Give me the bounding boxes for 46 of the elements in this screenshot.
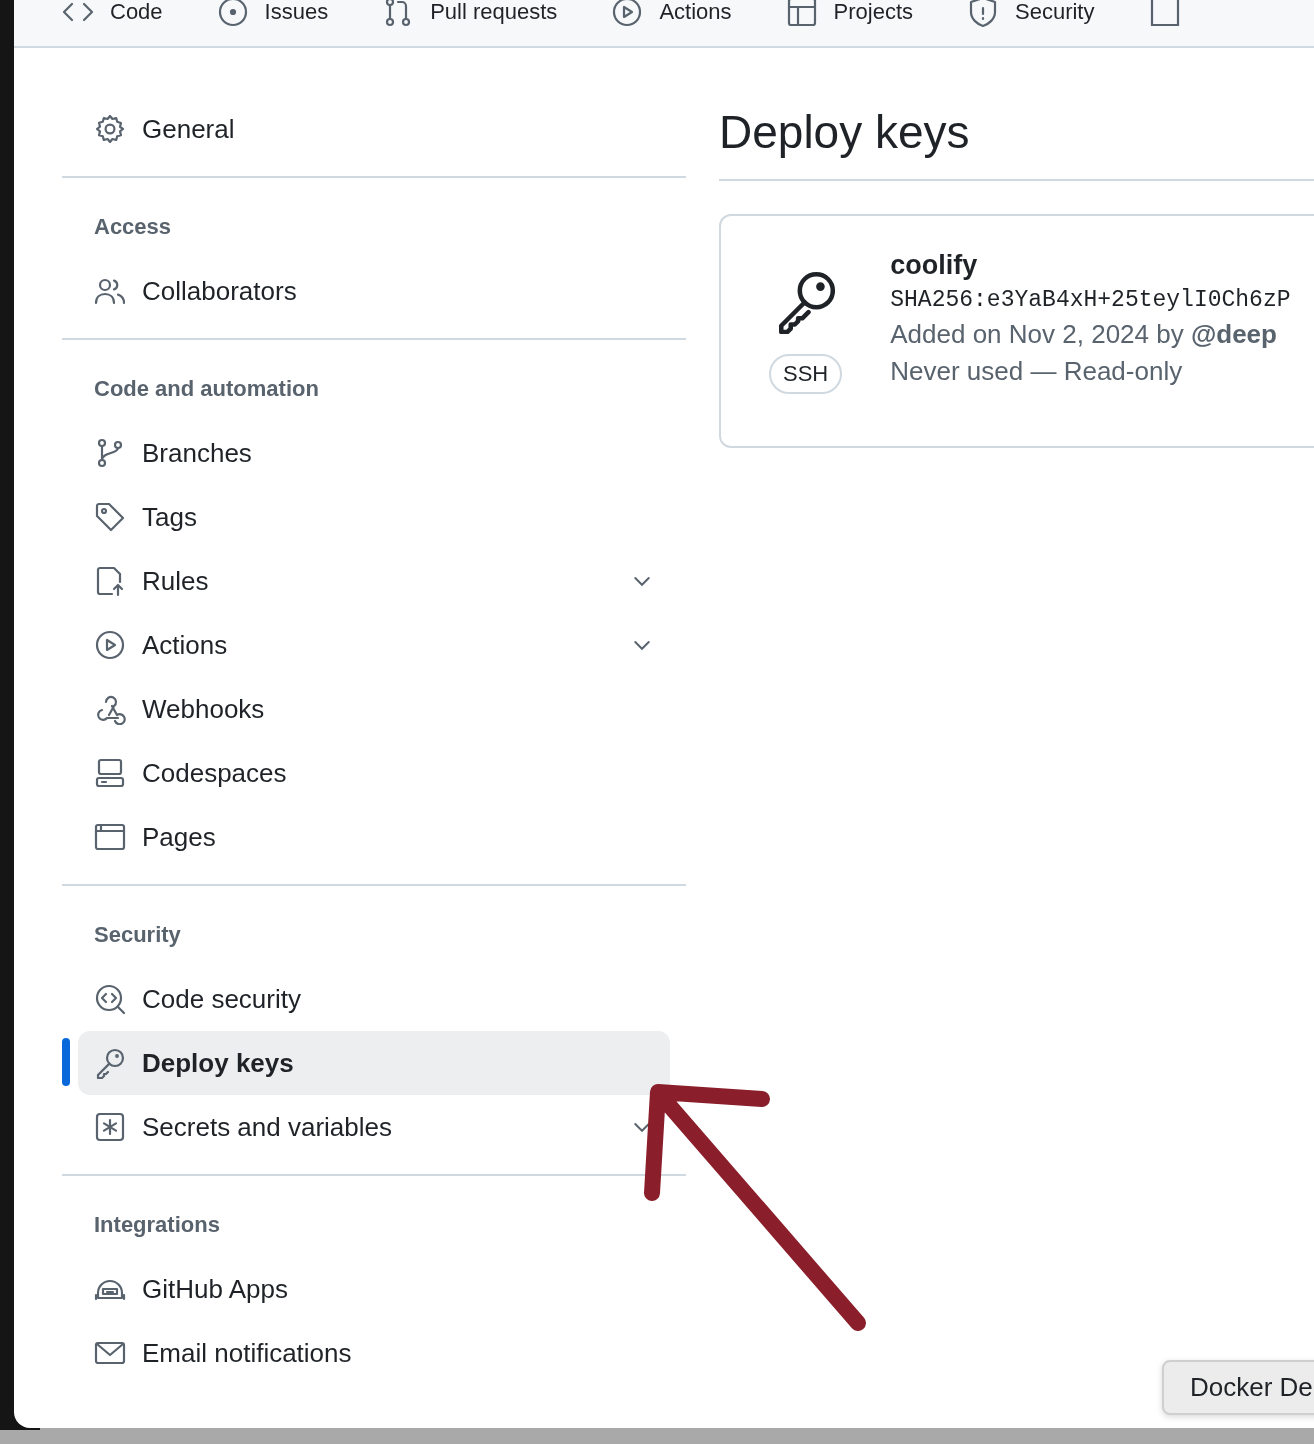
repo-tab[interactable]: Actions	[611, 0, 732, 28]
sidebar-item[interactable]: General	[78, 97, 670, 161]
rules-icon	[94, 565, 126, 597]
sidebar-item[interactable]: Tags	[78, 485, 670, 549]
play-icon	[94, 629, 126, 661]
asterisk-icon	[94, 1111, 126, 1143]
sidebar-item[interactable]: Secrets and variables	[78, 1095, 670, 1159]
browser-icon	[94, 821, 126, 853]
sidebar-item[interactable]: Webhooks	[78, 677, 670, 741]
section-heading: Code and automation	[93, 375, 320, 403]
key-type-label: SSH	[769, 354, 843, 394]
sidebar-item[interactable]: Branches	[78, 421, 670, 485]
shield-icon	[967, 0, 999, 28]
codespaces-icon	[94, 757, 126, 789]
added-info: Added on Nov 2, 2024 by @deep	[890, 319, 1278, 350]
repo-tab[interactable]: Code	[62, 0, 163, 28]
key-fingerprint: SHA256:e3YaB4xH+25teylI0Ch6zP	[890, 287, 1291, 313]
page-title: Deploy keys	[719, 97, 1314, 181]
section-heading: Integrations	[93, 1211, 221, 1239]
tooltip: Docker De	[1162, 1360, 1314, 1415]
repo-tab[interactable]: Issues	[216, 0, 329, 28]
sidebar-item[interactable]: Rules	[78, 549, 670, 613]
sidebar-item[interactable]: Codespaces	[78, 741, 670, 805]
repo-tab[interactable]: Pull requests	[382, 0, 558, 28]
webhook-icon	[94, 693, 126, 725]
table-icon	[785, 0, 818, 28]
sidebar-item[interactable]: Collaborators	[78, 259, 670, 323]
box-icon	[1148, 0, 1181, 28]
sidebar-item[interactable]: Pages	[78, 805, 670, 869]
sidebar-item[interactable]: Code security	[78, 967, 670, 1031]
repo-tab[interactable]: Security	[967, 0, 1095, 28]
section-heading: Security	[93, 921, 182, 949]
gear-icon	[94, 113, 126, 145]
tag-icon	[94, 501, 126, 533]
usage-info: Never used — Read-only	[890, 356, 1184, 387]
repo-tab[interactable]: Projects	[785, 0, 913, 28]
key-icon	[94, 1047, 126, 1079]
issue-icon	[216, 0, 249, 28]
code-scan-icon	[94, 983, 126, 1015]
sidebar-item[interactable]: Email notifications	[78, 1321, 670, 1385]
sidebar-item[interactable]: Actions	[78, 613, 670, 677]
sidebar-item[interactable]: GitHub Apps	[78, 1257, 670, 1321]
sidebar-item[interactable]: Deploy keys	[78, 1031, 670, 1095]
section-heading: Access	[93, 213, 173, 241]
key-name: coolify	[890, 250, 979, 281]
play-icon	[611, 0, 644, 28]
